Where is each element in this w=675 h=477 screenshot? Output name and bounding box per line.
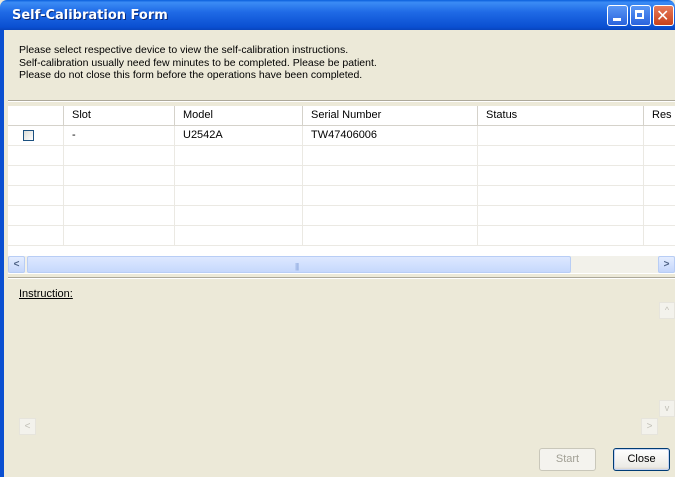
- instruction-label: Instruction:: [19, 288, 73, 300]
- window-border: [0, 30, 4, 477]
- cell-slot: -: [64, 126, 175, 145]
- close-icon: ✕: [656, 6, 670, 25]
- close-window-button[interactable]: ✕: [653, 5, 674, 26]
- info-line-1: Please select respective device to view …: [19, 44, 349, 56]
- chevron-down-icon: v: [664, 403, 670, 413]
- info-text: Please select respective device to view …: [19, 44, 377, 82]
- separator: [8, 100, 675, 102]
- header-status[interactable]: Status: [478, 106, 644, 125]
- start-button[interactable]: Start: [539, 448, 596, 471]
- header-serial-number[interactable]: Serial Number: [303, 106, 478, 125]
- info-line-3: Please do not close this form before the…: [19, 69, 363, 81]
- cell-result: [644, 126, 675, 145]
- separator: [8, 277, 675, 279]
- header-model[interactable]: Model: [175, 106, 303, 125]
- header-slot[interactable]: Slot: [64, 106, 175, 125]
- header-checkbox-column: [8, 106, 64, 125]
- device-table[interactable]: Slot Model Serial Number Status Res - U2…: [8, 106, 675, 274]
- cell-serial: TW47406006: [303, 126, 478, 145]
- scroll-up-button[interactable]: ^: [659, 302, 675, 319]
- scroll-thumb[interactable]: |||: [27, 256, 571, 273]
- scroll-left-button[interactable]: <: [19, 418, 36, 435]
- maximize-button[interactable]: [630, 5, 651, 26]
- maximize-icon: [635, 10, 644, 19]
- close-button[interactable]: Close: [613, 448, 670, 471]
- minimize-button[interactable]: [607, 5, 628, 26]
- window-title: Self-Calibration Form: [12, 8, 168, 23]
- header-result[interactable]: Res: [644, 106, 675, 125]
- scroll-right-button[interactable]: >: [658, 256, 675, 273]
- table-row[interactable]: - U2542A TW47406006: [8, 126, 675, 146]
- chevron-right-icon: >: [663, 259, 670, 270]
- instruction-vertical-scrollbar[interactable]: ^ v: [659, 290, 675, 430]
- instruction-horizontal-scrollbar[interactable]: < >: [19, 418, 675, 435]
- cell-model: U2542A: [175, 126, 303, 145]
- empty-row: [8, 226, 675, 246]
- cell-status: [478, 126, 644, 145]
- empty-row: [8, 166, 675, 186]
- chevron-left-icon: <: [24, 421, 31, 432]
- scroll-down-button[interactable]: v: [659, 400, 675, 417]
- empty-row: [8, 146, 675, 166]
- chevron-left-icon: <: [13, 259, 20, 270]
- row-checkbox[interactable]: [23, 130, 34, 141]
- chevron-right-icon: >: [646, 421, 653, 432]
- minimize-icon: [613, 18, 621, 21]
- scroll-left-button[interactable]: <: [8, 256, 25, 273]
- table-header: Slot Model Serial Number Status Res: [8, 106, 675, 126]
- scroll-right-button[interactable]: >: [641, 418, 658, 435]
- empty-row: [8, 186, 675, 206]
- info-line-2: Self-calibration usually need few minute…: [19, 56, 377, 69]
- title-bar[interactable]: Self-Calibration Form ✕: [0, 0, 675, 30]
- row-checkbox-cell: [8, 126, 64, 145]
- empty-row: [8, 206, 675, 226]
- table-horizontal-scrollbar[interactable]: < ||| >: [8, 256, 675, 273]
- chevron-up-icon: ^: [664, 305, 670, 315]
- grip-icon: |||: [295, 262, 299, 271]
